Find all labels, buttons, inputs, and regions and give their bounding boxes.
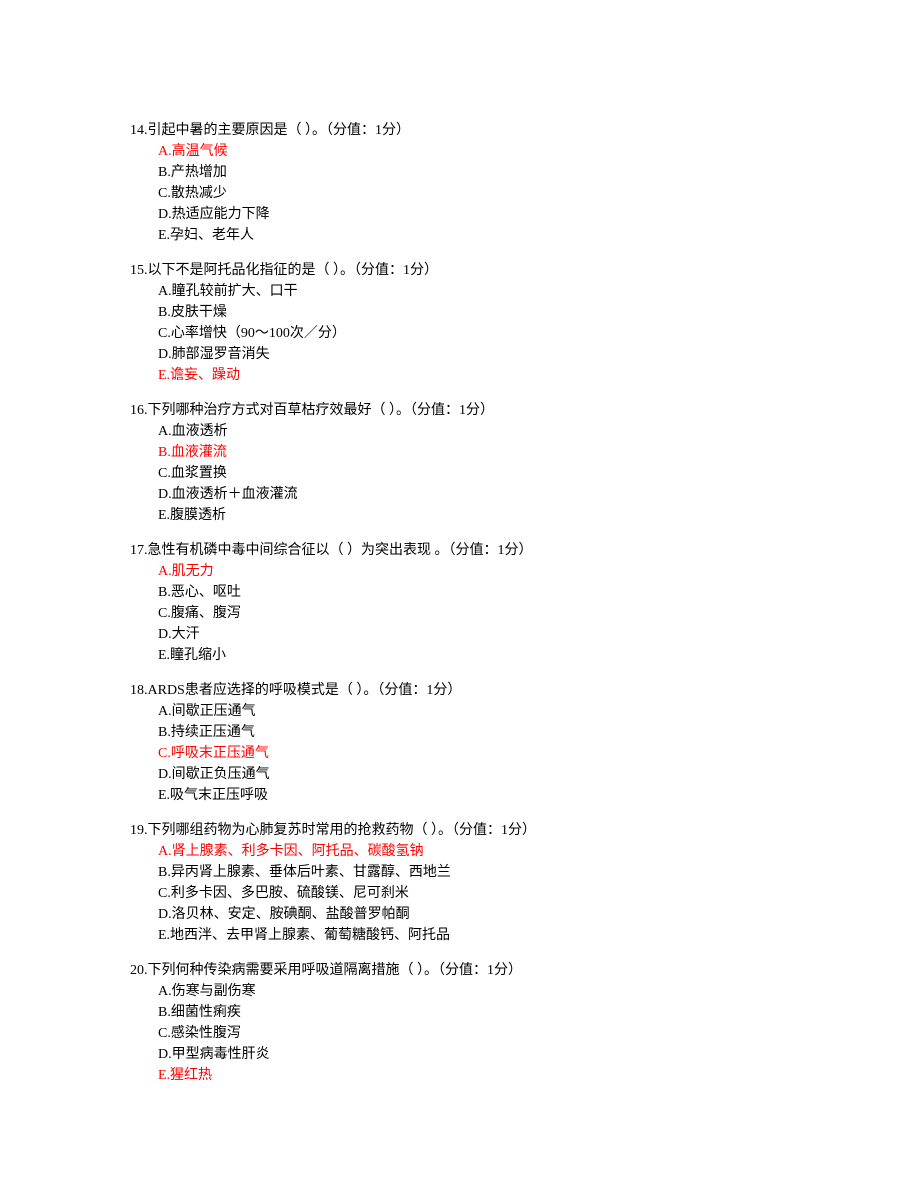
option-d: D.热适应能力下降: [158, 204, 790, 225]
option-c: C.血浆置换: [158, 463, 790, 484]
question-15: 15.以下不是阿托品化指征的是（ ）。（分值：1分） A.瞳孔较前扩大、口干 B…: [130, 260, 790, 386]
option-a: A.血液透析: [158, 421, 790, 442]
option-d: D.间歇正负压通气: [158, 764, 790, 785]
question-17: 17.急性有机磷中毒中间综合征以（ ）为突出表现 。（分值：1分） A.肌无力 …: [130, 540, 790, 666]
option-a: A.肾上腺素、利多卡因、阿托品、碳酸氢钠: [158, 841, 790, 862]
option-d: D.肺部湿罗音消失: [158, 344, 790, 365]
question-stem: 15.以下不是阿托品化指征的是（ ）。（分值：1分）: [130, 260, 790, 281]
option-b: B.血液灌流: [158, 442, 790, 463]
option-e: E.地西泮、去甲肾上腺素、葡萄糖酸钙、阿托品: [158, 925, 790, 946]
option-c: C.呼吸末正压通气: [158, 743, 790, 764]
option-d: D.洛贝林、安定、胺碘酮、盐酸普罗帕酮: [158, 904, 790, 925]
option-b: B.恶心、呕吐: [158, 582, 790, 603]
question-text: 以下不是阿托品化指征的是（ ）。（分值：1分）: [148, 263, 439, 278]
option-d: D.大汗: [158, 624, 790, 645]
question-text: 引起中暑的主要原因是（ ）。（分值：1分）: [148, 123, 411, 138]
option-b: B.皮肤干燥: [158, 302, 790, 323]
option-e: E.孕妇、老年人: [158, 225, 790, 246]
option-c: C.散热减少: [158, 183, 790, 204]
question-text: 下列哪种治疗方式对百草枯疗效最好（ ）。（分值：1分）: [148, 403, 495, 418]
option-b: B.持续正压通气: [158, 722, 790, 743]
option-c: C.心率增快（90～100次／分）: [158, 323, 790, 344]
option-b: B.细菌性痢疾: [158, 1002, 790, 1023]
option-d: D.甲型病毒性肝炎: [158, 1044, 790, 1065]
option-list: A.肌无力 B.恶心、呕吐 C.腹痛、腹泻 D.大汗 E.瞳孔缩小: [130, 561, 790, 666]
option-a: A.间歇正压通气: [158, 701, 790, 722]
option-b: B.异丙肾上腺素、垂体后叶素、甘露醇、西地兰: [158, 862, 790, 883]
question-16: 16.下列哪种治疗方式对百草枯疗效最好（ ）。（分值：1分） A.血液透析 B.…: [130, 400, 790, 526]
question-text: ARDS患者应选择的呼吸模式是（ ）。（分值：1分）: [148, 683, 462, 698]
question-stem: 16.下列哪种治疗方式对百草枯疗效最好（ ）。（分值：1分）: [130, 400, 790, 421]
option-list: A.血液透析 B.血液灌流 C.血浆置换 D.血液透析＋血液灌流 E.腹膜透析: [130, 421, 790, 526]
question-18: 18.ARDS患者应选择的呼吸模式是（ ）。（分值：1分） A.间歇正压通气 B…: [130, 680, 790, 806]
option-e: E.谵妄、躁动: [158, 365, 790, 386]
question-stem: 19.下列哪组药物为心肺复苏时常用的抢救药物（ ）。（分值：1分）: [130, 820, 790, 841]
question-number: 16: [130, 403, 144, 418]
exam-page: 14.引起中暑的主要原因是（ ）。（分值：1分） A.高温气候 B.产热增加 C…: [0, 0, 920, 1191]
option-a: A.伤寒与副伤寒: [158, 981, 790, 1002]
option-e: E.瞳孔缩小: [158, 645, 790, 666]
option-a: A.瞳孔较前扩大、口干: [158, 281, 790, 302]
question-text: 下列何种传染病需要采用呼吸道隔离措施（ ）。（分值：1分）: [148, 963, 523, 978]
option-c: C.感染性腹泻: [158, 1023, 790, 1044]
question-stem: 17.急性有机磷中毒中间综合征以（ ）为突出表现 。（分值：1分）: [130, 540, 790, 561]
option-b: B.产热增加: [158, 162, 790, 183]
question-number: 20: [130, 963, 144, 978]
question-20: 20.下列何种传染病需要采用呼吸道隔离措施（ ）。（分值：1分） A.伤寒与副伤…: [130, 960, 790, 1086]
option-c: C.腹痛、腹泻: [158, 603, 790, 624]
question-19: 19.下列哪组药物为心肺复苏时常用的抢救药物（ ）。（分值：1分） A.肾上腺素…: [130, 820, 790, 946]
question-number: 19: [130, 823, 144, 838]
question-number: 14: [130, 123, 144, 138]
question-stem: 14.引起中暑的主要原因是（ ）。（分值：1分）: [130, 120, 790, 141]
option-c: C.利多卡因、多巴胺、硫酸镁、尼可刹米: [158, 883, 790, 904]
question-number: 17: [130, 543, 144, 558]
option-list: A.瞳孔较前扩大、口干 B.皮肤干燥 C.心率增快（90～100次／分） D.肺…: [130, 281, 790, 386]
option-list: A.肾上腺素、利多卡因、阿托品、碳酸氢钠 B.异丙肾上腺素、垂体后叶素、甘露醇、…: [130, 841, 790, 946]
option-e: E.吸气末正压呼吸: [158, 785, 790, 806]
option-e: E.猩红热: [158, 1065, 790, 1086]
question-14: 14.引起中暑的主要原因是（ ）。（分值：1分） A.高温气候 B.产热增加 C…: [130, 120, 790, 246]
option-d: D.血液透析＋血液灌流: [158, 484, 790, 505]
option-a: A.肌无力: [158, 561, 790, 582]
question-text: 下列哪组药物为心肺复苏时常用的抢救药物（ ）。（分值：1分）: [148, 823, 537, 838]
option-list: A.高温气候 B.产热增加 C.散热减少 D.热适应能力下降 E.孕妇、老年人: [130, 141, 790, 246]
question-number: 15: [130, 263, 144, 278]
question-number: 18: [130, 683, 144, 698]
question-text: 急性有机磷中毒中间综合征以（ ）为突出表现 。（分值：1分）: [148, 543, 533, 558]
option-list: A.伤寒与副伤寒 B.细菌性痢疾 C.感染性腹泻 D.甲型病毒性肝炎 E.猩红热: [130, 981, 790, 1086]
question-stem: 20.下列何种传染病需要采用呼吸道隔离措施（ ）。（分值：1分）: [130, 960, 790, 981]
option-e: E.腹膜透析: [158, 505, 790, 526]
option-a: A.高温气候: [158, 141, 790, 162]
question-stem: 18.ARDS患者应选择的呼吸模式是（ ）。（分值：1分）: [130, 680, 790, 701]
option-list: A.间歇正压通气 B.持续正压通气 C.呼吸末正压通气 D.间歇正负压通气 E.…: [130, 701, 790, 806]
